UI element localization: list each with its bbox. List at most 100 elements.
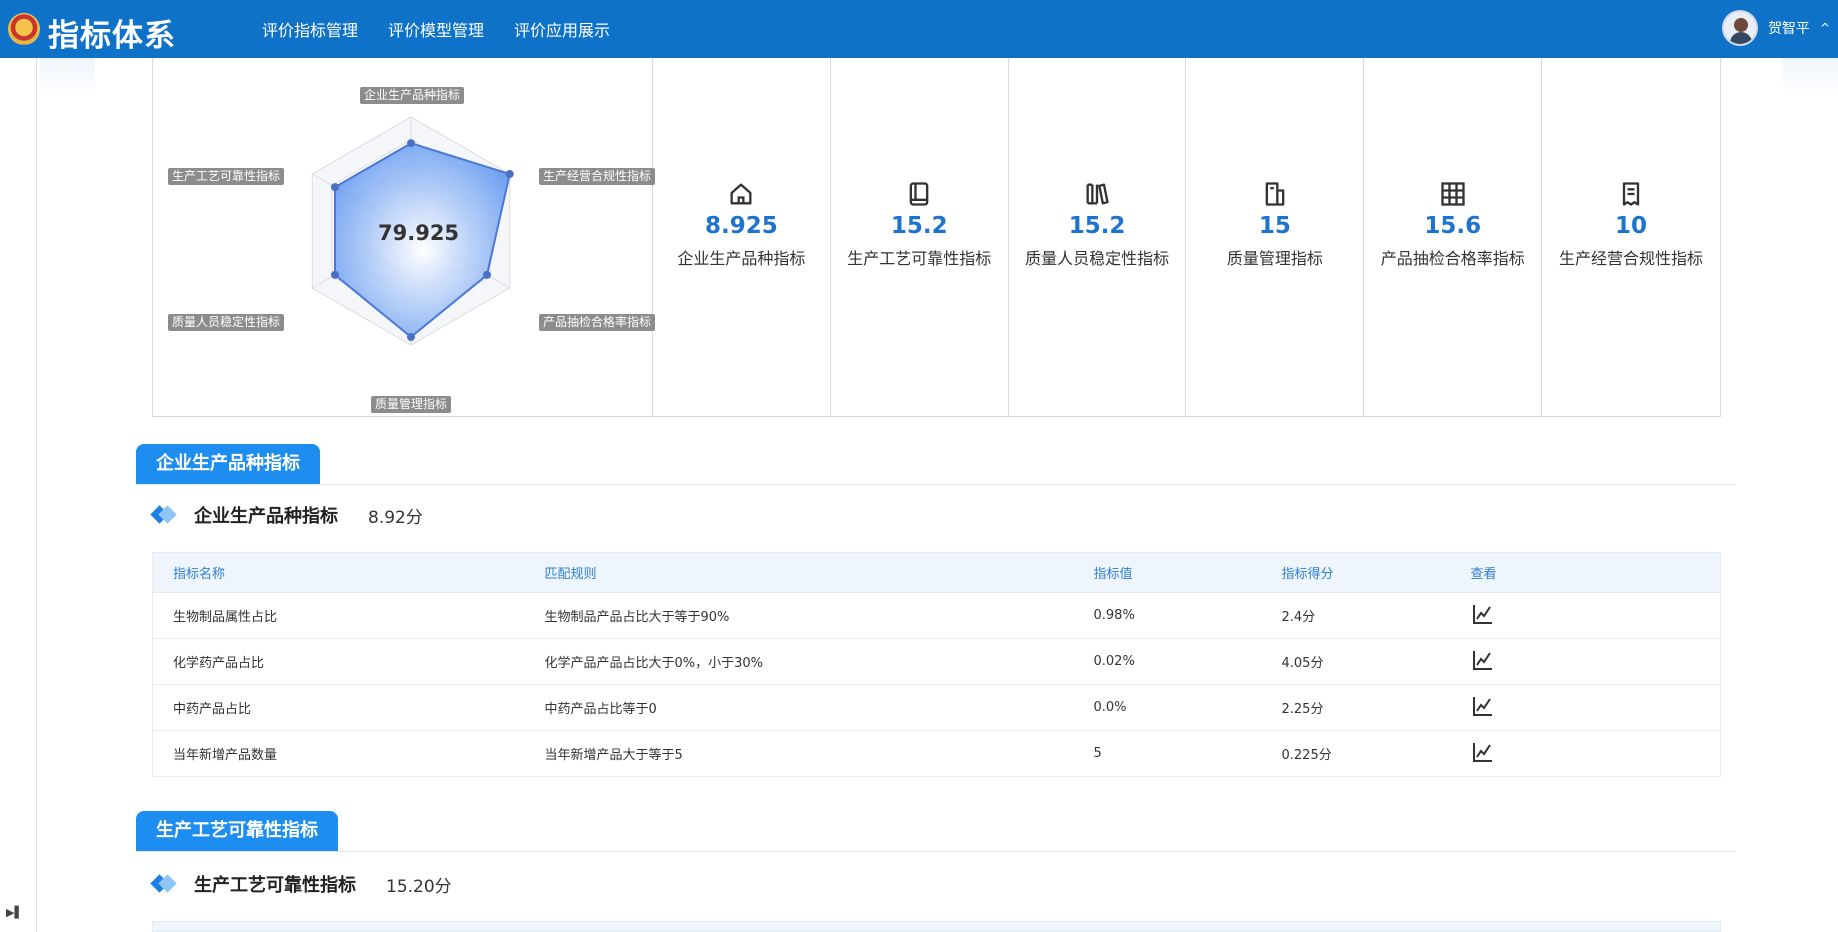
- table-row: 中药产品占比 中药产品占比等于0 0.0% 2.25分: [152, 684, 1721, 731]
- column-header: 指标名称: [152, 552, 545, 593]
- section-header: 生产工艺可靠性指标 15.20分: [150, 871, 452, 897]
- indicator-score: 2.4分: [1281, 592, 1471, 639]
- diamond-icon: [150, 505, 177, 525]
- nav-indicator-management[interactable]: 评价指标管理: [262, 17, 358, 41]
- avatar[interactable]: [1721, 10, 1758, 46]
- tab-product-variety[interactable]: 企业生产品种指标: [136, 444, 320, 484]
- table-row: 生物制品属性占比 生物制品产品占比大于等于90% 0.98% 2.4分: [152, 592, 1721, 639]
- section-score: 15.20分: [386, 876, 452, 897]
- grid-icon: [1441, 182, 1465, 206]
- user-menu[interactable]: 贺智平 ^: [1721, 10, 1830, 46]
- diamond-icon: [150, 874, 177, 894]
- column-header: 匹配规则: [544, 552, 1094, 593]
- nav-model-management[interactable]: 评价模型管理: [388, 17, 484, 41]
- table-header-row: 指标名称 匹配规则 指标值 指标得分 查看: [152, 552, 1721, 593]
- stat-label: 企业生产品种指标: [677, 249, 806, 268]
- top-bar: 指标体系 评价指标管理 评价模型管理 评价应用展示 贺智平 ^: [0, 0, 1838, 58]
- indicator-name: 生物制品属性占比: [152, 592, 545, 639]
- stat-card: 10 生产经营合规性指标: [1542, 58, 1720, 416]
- stat-value: 8.925: [705, 213, 778, 239]
- view-cell: [1470, 592, 1721, 639]
- indicator-name: 化学药产品占比: [152, 638, 545, 685]
- radar-point[interactable]: [330, 183, 339, 192]
- match-rule: 化学产品产品占比大于0%，小于30%: [544, 638, 1094, 685]
- radar-point[interactable]: [407, 139, 415, 148]
- radar-label-bottom-right: 产品抽检合格率指标: [539, 314, 656, 331]
- user-name[interactable]: 贺智平: [1768, 18, 1810, 38]
- main-nav: 评价指标管理 评价模型管理 评价应用展示: [262, 0, 610, 58]
- indicator-value: 0.02%: [1093, 638, 1282, 685]
- section-divider: [136, 484, 1736, 485]
- stat-label: 质量人员稳定性指标: [1025, 249, 1170, 268]
- section-header: 企业生产品种指标 8.92分: [150, 502, 423, 528]
- stat-value: 10: [1615, 213, 1648, 239]
- stat-value: 15: [1258, 213, 1291, 239]
- line-chart-icon[interactable]: [1471, 648, 1495, 672]
- radar-label-bottom: 质量管理指标: [371, 396, 452, 413]
- match-rule: 生物制品产品占比大于等于90%: [544, 592, 1094, 639]
- radar-point[interactable]: [330, 270, 339, 279]
- radar-point[interactable]: [483, 270, 492, 279]
- stat-card: 15.6 产品抽检合格率指标: [1364, 58, 1543, 416]
- radar-label-top-right: 生产经营合规性指标: [539, 168, 656, 185]
- stat-card: 15 质量管理指标: [1186, 58, 1365, 416]
- stat-value: 15.2: [890, 213, 948, 239]
- section-title: 企业生产品种指标: [194, 506, 338, 527]
- stat-card: 15.2 质量人员稳定性指标: [1009, 58, 1187, 416]
- match-rule: 中药产品占比等于0: [544, 684, 1094, 731]
- indicator-score: 4.05分: [1281, 638, 1471, 685]
- stat-label: 质量管理指标: [1226, 249, 1323, 268]
- stat-value: 15.2: [1068, 213, 1126, 239]
- stat-value: 15.6: [1424, 213, 1482, 239]
- sidebar-expand-icon[interactable]: ▶▌: [6, 906, 23, 919]
- view-cell: [1470, 684, 1721, 731]
- stat-label: 生产经营合规性指标: [1559, 249, 1704, 268]
- indicator-name: 当年新增产品数量: [152, 730, 545, 777]
- indicator-value: 5: [1093, 730, 1282, 777]
- section-score: 8.92分: [368, 507, 423, 528]
- decorative-fade: [40, 58, 95, 94]
- radar-label-bottom-left: 质量人员稳定性指标: [168, 314, 285, 331]
- tab-process-reliability[interactable]: 生产工艺可靠性指标: [136, 811, 338, 851]
- library-icon: [1086, 183, 1109, 205]
- indicator-value: 0.0%: [1093, 684, 1282, 731]
- metrics-table: 指标名称 匹配规则 指标值 指标得分 查看 生物制品属性占比 生物制品产品占比大…: [152, 552, 1721, 777]
- indicator-name: 中药产品占比: [152, 684, 545, 731]
- indicator-value: 0.98%: [1093, 592, 1282, 639]
- app-title: 指标体系: [48, 18, 176, 54]
- chevron-up-icon[interactable]: ^: [1820, 21, 1830, 35]
- table-header-row: [152, 921, 1721, 932]
- column-header: 查看: [1470, 552, 1721, 593]
- line-chart-icon[interactable]: [1471, 602, 1495, 626]
- line-chart-icon[interactable]: [1471, 740, 1495, 764]
- section-title: 生产工艺可靠性指标: [194, 875, 356, 896]
- summary-panel: 企业生产品种指标 生产经营合规性指标 产品抽检合格率指标 质量管理指标 质量人员…: [152, 58, 1721, 417]
- indicator-score: 2.25分: [1281, 684, 1471, 731]
- stat-card: 8.925 企业生产品种指标: [653, 58, 831, 416]
- table-row: 当年新增产品数量 当年新增产品大于等于5 5 0.225分: [152, 730, 1721, 777]
- radar-total-score: 79.925: [378, 221, 460, 245]
- nav-application-display[interactable]: 评价应用展示: [514, 17, 610, 41]
- section-divider: [136, 851, 1736, 852]
- radar-label-top-left: 生产工艺可靠性指标: [168, 168, 285, 185]
- view-cell: [1470, 638, 1721, 685]
- document-icon: [1265, 182, 1285, 206]
- column-header: 指标得分: [1281, 552, 1471, 593]
- book-icon: [909, 182, 929, 206]
- decorative-fade: [1783, 58, 1838, 94]
- line-chart-icon[interactable]: [1471, 694, 1495, 718]
- home-icon: [730, 183, 752, 205]
- receipt-icon: [1622, 182, 1640, 206]
- radar-point[interactable]: [505, 170, 514, 178]
- radar-label-top: 企业生产品种指标: [360, 87, 465, 104]
- emblem-logo: [8, 13, 40, 45]
- stat-label: 生产工艺可靠性指标: [847, 249, 992, 268]
- view-cell: [1470, 730, 1721, 777]
- column-header: 指标值: [1093, 552, 1282, 593]
- indicator-score: 0.225分: [1281, 730, 1471, 777]
- table-row: 化学药产品占比 化学产品产品占比大于0%，小于30% 0.02% 4.05分: [152, 638, 1721, 685]
- radar-point[interactable]: [407, 333, 415, 342]
- radar-chart: 企业生产品种指标 生产经营合规性指标 产品抽检合格率指标 质量管理指标 质量人员…: [153, 58, 656, 416]
- match-rule: 当年新增产品大于等于5: [544, 730, 1094, 777]
- stat-card: 15.2 生产工艺可靠性指标: [831, 58, 1009, 416]
